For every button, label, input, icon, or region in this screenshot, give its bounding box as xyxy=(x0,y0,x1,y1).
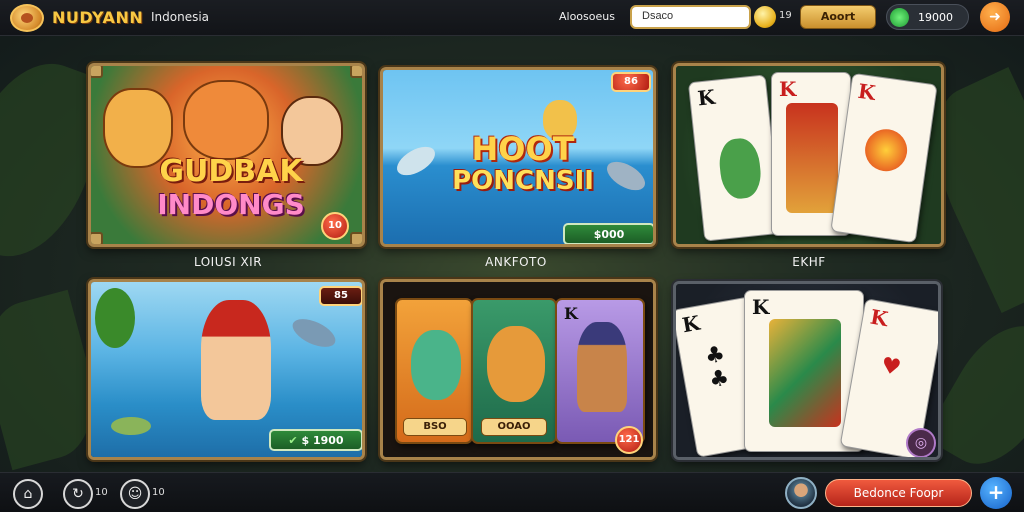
tile-title-line1: GUDBAK xyxy=(159,154,303,189)
coin-count: 19 xyxy=(779,10,792,21)
card-rank: K xyxy=(856,78,877,106)
frame-corner xyxy=(91,66,103,78)
plus-icon: + xyxy=(987,480,1005,504)
card-art-frog xyxy=(717,136,764,201)
game-tile-1[interactable]: GUDBAK INDONGS 10 xyxy=(88,63,365,247)
avatar[interactable] xyxy=(785,477,817,509)
fish-small xyxy=(111,417,151,435)
bottom-bar: ⌂ ↻ 10 ☺ 10 Bedonce Foopr + xyxy=(0,472,1024,512)
history-icon[interactable]: ↻ xyxy=(63,479,93,509)
add-button[interactable]: + xyxy=(980,477,1012,509)
profile-icon[interactable]: ☺ xyxy=(120,479,150,509)
character-girl xyxy=(201,300,271,420)
coin-icon xyxy=(754,6,776,28)
card-caption: BSO xyxy=(403,418,467,436)
card-rank: K xyxy=(868,304,890,332)
tile-title-line2: PONCNSII xyxy=(452,166,594,196)
card-rank: K xyxy=(680,310,702,338)
playing-card: K xyxy=(687,74,783,242)
price-tag: ✔ $ 1900 xyxy=(269,429,362,451)
frame-corner xyxy=(350,232,362,244)
card-art-sun xyxy=(862,126,910,174)
logo-icon xyxy=(10,4,44,32)
tile-title-line2: INDONGS xyxy=(157,188,305,221)
tile-badge: 86 xyxy=(611,72,651,92)
frame-corner xyxy=(350,66,362,78)
wallet-icon xyxy=(890,8,909,27)
menu-button[interactable]: ➜ xyxy=(980,2,1010,32)
playing-card: BSO xyxy=(395,298,473,444)
brand-name: NUDYANN xyxy=(52,8,144,27)
card-rank: K xyxy=(779,77,797,101)
top-bar: NUDYANN Indonesia Aloosoeus Dsaco 19 Aoo… xyxy=(0,0,1024,36)
card-art-king xyxy=(769,319,841,427)
tile-badge: 85 xyxy=(319,286,362,306)
arrow-icon: ➜ xyxy=(989,9,1001,25)
header-label: Aloosoeus xyxy=(559,10,615,23)
playing-card: OOAO xyxy=(471,298,557,444)
frame-corner xyxy=(91,232,103,244)
search-input[interactable]: Dsaco xyxy=(630,5,751,29)
tile-title-line1: HOOT xyxy=(471,130,575,168)
price-tag: $000 xyxy=(563,223,653,244)
tile-label-3: EKHF xyxy=(792,255,826,269)
game-tile-3[interactable]: K K K xyxy=(673,63,944,247)
header-gold-button[interactable]: Aoort xyxy=(800,5,876,29)
card-art-frog xyxy=(411,330,461,400)
card-pips: ♥ xyxy=(879,353,903,382)
tile-label-1: LOIUSI XIR xyxy=(193,255,263,269)
card-rank: K xyxy=(696,84,717,111)
tile-badge: 10 xyxy=(321,212,349,240)
game-tile-2[interactable]: HOOT PONCNSII 86 $000 xyxy=(380,67,656,247)
card-rank: K xyxy=(564,304,578,323)
tile-badge: 121 xyxy=(615,426,643,454)
game-tile-4[interactable]: 85 ✔ $ 1900 xyxy=(88,279,365,460)
tile-label-2: ANKFOTO xyxy=(485,255,547,269)
palm-tree xyxy=(95,288,135,348)
card-caption: OOAO xyxy=(481,418,547,436)
history-count: 10 xyxy=(95,487,108,498)
card-pips: ♣ ♣ xyxy=(703,341,732,394)
action-button[interactable]: Bedonce Foopr xyxy=(825,479,972,507)
settings-icon[interactable]: ◎ xyxy=(906,428,936,457)
character-cat xyxy=(183,80,269,160)
card-art-tiger xyxy=(487,326,545,402)
check-icon: ✔ xyxy=(288,434,298,447)
game-tile-6[interactable]: K ♣ ♣ K K ♥ ◎ xyxy=(673,281,941,460)
home-icon[interactable]: ⌂ xyxy=(13,479,43,509)
profile-count: 10 xyxy=(152,487,165,498)
game-tile-5[interactable]: BSO OOAO K 121 xyxy=(380,279,656,460)
card-art-warrior xyxy=(577,322,627,412)
balance-pill[interactable]: 19000 xyxy=(886,4,969,30)
card-art-king xyxy=(786,103,838,213)
brand-subtitle: Indonesia xyxy=(151,10,210,24)
price-prefix: $ xyxy=(301,434,310,447)
price-value: 1900 xyxy=(312,434,344,447)
card-rank: K xyxy=(752,295,770,319)
playing-card: K xyxy=(555,298,645,444)
balance-value: 19000 xyxy=(918,11,953,24)
